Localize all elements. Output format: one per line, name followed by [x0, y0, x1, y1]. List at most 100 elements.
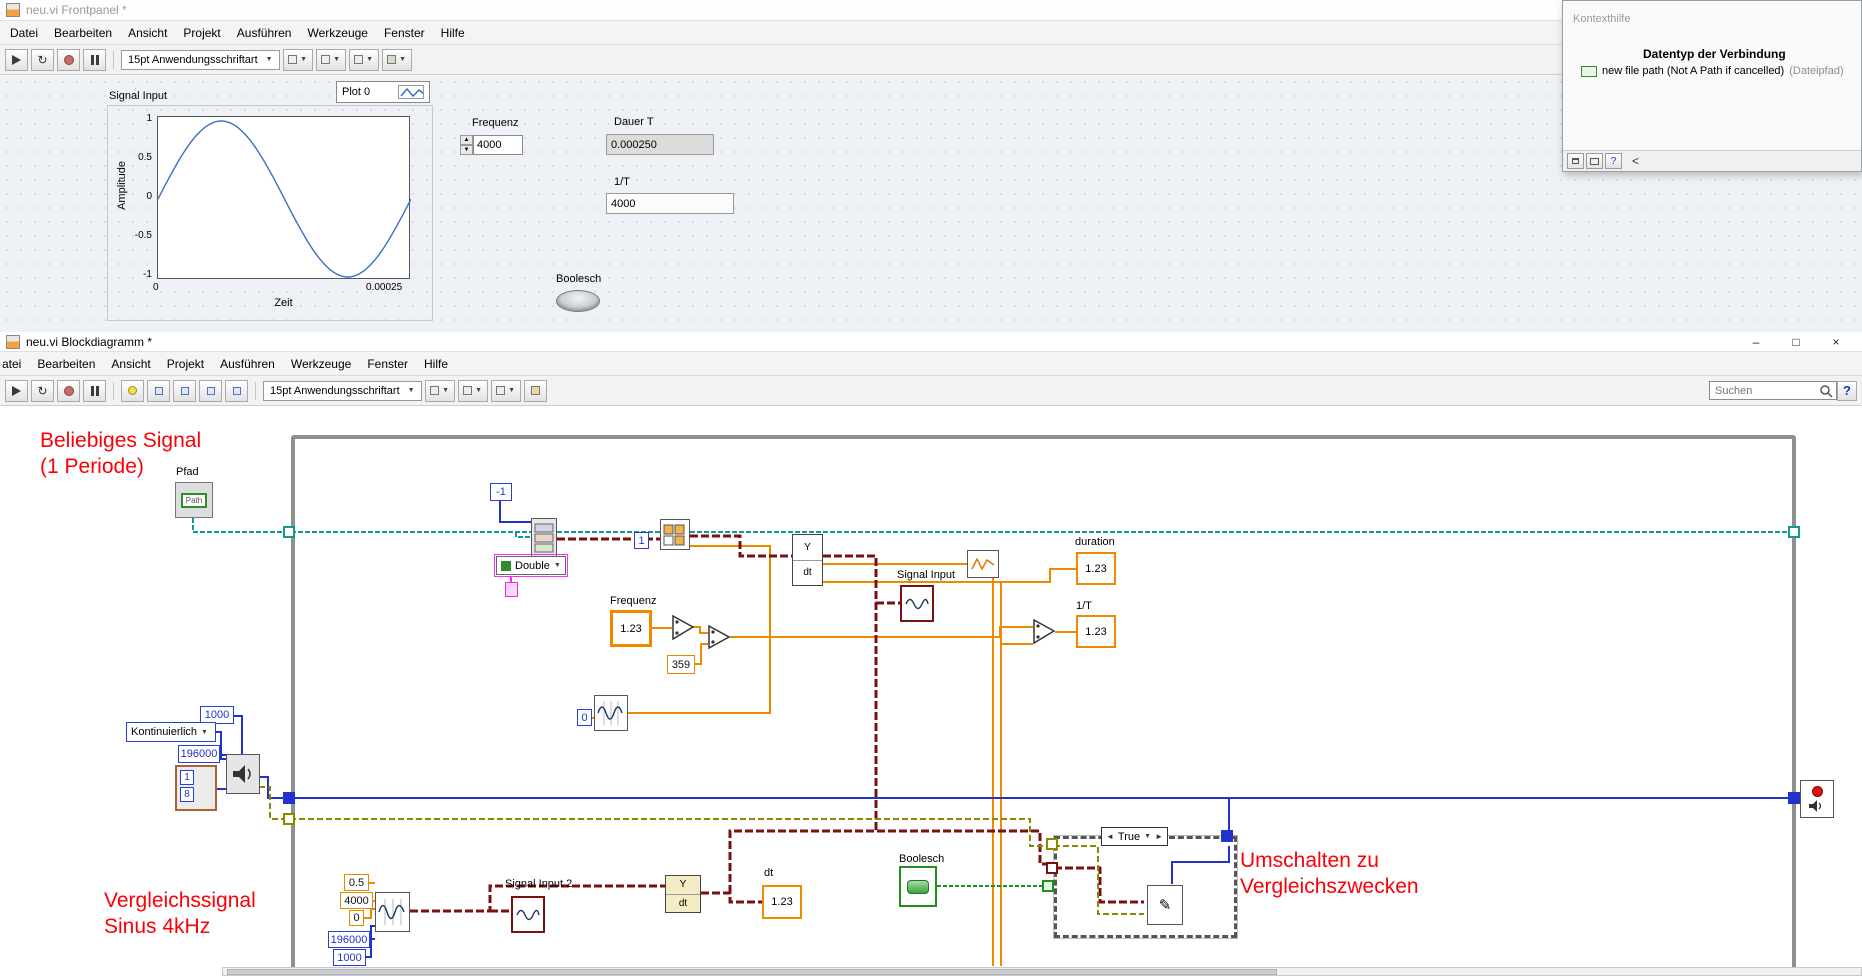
menu-bearbeiten[interactable]: Bearbeiten	[29, 354, 103, 374]
sine-waveform-node[interactable]	[375, 892, 410, 932]
constant-1000-2[interactable]: 1000	[333, 949, 366, 966]
constant-one[interactable]: 1	[634, 532, 649, 549]
case-structure[interactable]: ◄ True ▼ ► ✎	[1053, 827, 1238, 939]
step-over-button[interactable]	[199, 379, 222, 402]
reciprocal-node[interactable]	[1033, 619, 1055, 644]
menu-werkzeuge[interactable]: Werkzeuge	[299, 23, 375, 43]
waveform-chart-node[interactable]	[967, 550, 999, 578]
menu-hilfe[interactable]: Hilfe	[433, 23, 473, 43]
frequenz-input[interactable]	[473, 135, 523, 155]
pause-button[interactable]	[83, 48, 106, 71]
align-objects-dropdown[interactable]: ▼	[282, 48, 313, 71]
loop-tunnel[interactable]	[1788, 792, 1800, 804]
representation-ring[interactable]: Double ▼	[496, 556, 566, 575]
invt-label[interactable]: 1/T	[614, 176, 630, 188]
frequenz-label[interactable]: Frequenz	[610, 595, 656, 607]
menu-werkzeuge[interactable]: Werkzeuge	[283, 354, 359, 374]
scroll-back-arrow[interactable]: <	[1632, 154, 1639, 168]
cleanup-diagram-button[interactable]	[523, 379, 547, 402]
menu-fenster[interactable]: Fenster	[359, 354, 416, 374]
boolesch-label[interactable]: Boolesch	[899, 853, 944, 865]
sound-output-clear-node[interactable]	[1800, 780, 1834, 818]
case-tunnel[interactable]	[1046, 838, 1058, 850]
font-selector[interactable]: 15pt Anwendungsschriftart ▼	[263, 380, 422, 401]
constant-0-5[interactable]: 0.5	[344, 874, 369, 891]
menu-datei[interactable]: Datei	[2, 23, 46, 43]
dt-indicator[interactable]: 1.23	[762, 885, 802, 919]
pfad-control-terminal[interactable]: Path	[175, 482, 213, 518]
case-selector-terminal[interactable]	[1042, 880, 1054, 892]
resize-objects-dropdown[interactable]: ▼	[490, 379, 521, 402]
boolesch-button[interactable]	[556, 290, 600, 312]
signal-input2-terminal[interactable]	[511, 896, 545, 933]
search-input[interactable]	[1709, 381, 1837, 400]
while-loop[interactable]	[291, 435, 1796, 976]
frequenz-label[interactable]: Frequenz	[472, 117, 518, 129]
menu-ansicht[interactable]: Ansicht	[120, 23, 175, 43]
annotation-umschalten[interactable]: Umschalten zu Vergleichszwecken	[1240, 848, 1419, 901]
increment-button[interactable]: ▲	[460, 135, 473, 145]
constant-zero[interactable]: 0	[577, 709, 592, 726]
loop-tunnel[interactable]	[1788, 526, 1800, 538]
constant-196000-2[interactable]: 196000	[328, 931, 370, 948]
array-subset-node[interactable]	[660, 519, 690, 550]
write-sound-file-node[interactable]: ✎	[1147, 885, 1183, 925]
horizontal-scrollbar[interactable]	[222, 967, 1862, 976]
dt-label[interactable]: dt	[764, 867, 773, 879]
distribute-objects-dropdown[interactable]: ▼	[315, 48, 346, 71]
reorder-dropdown[interactable]: ▼	[381, 48, 412, 71]
dauer-indicator[interactable]: 0.000250	[606, 134, 714, 155]
invt-indicator[interactable]: 4000	[606, 193, 734, 214]
constant-minus1[interactable]: -1	[490, 483, 512, 501]
help-button[interactable]: ?	[1605, 153, 1622, 169]
run-button[interactable]	[5, 48, 28, 71]
boolesch-label[interactable]: Boolesch	[556, 273, 601, 285]
close-button[interactable]: ×	[1816, 332, 1856, 352]
font-selector[interactable]: 15pt Anwendungsschriftart ▼	[121, 49, 280, 70]
frequenz-control-terminal[interactable]: 1.23	[610, 610, 652, 647]
signal-input-terminal[interactable]	[900, 585, 934, 622]
step-into-button[interactable]	[173, 379, 196, 402]
cluster-constant-1[interactable]: 1	[180, 770, 194, 785]
build-waveform-node[interactable]	[531, 518, 557, 558]
resize-objects-dropdown[interactable]: ▼	[348, 48, 379, 71]
minimize-button[interactable]: –	[1736, 332, 1776, 352]
dauer-label[interactable]: Dauer T	[614, 116, 654, 128]
invt-label[interactable]: 1/T	[1076, 600, 1092, 612]
abort-button[interactable]	[57, 379, 80, 402]
case-tunnel[interactable]	[1221, 830, 1233, 842]
constant-4000[interactable]: 4000	[340, 892, 373, 909]
case-tunnel[interactable]	[1046, 862, 1058, 874]
menu-datei-clipped[interactable]: atei	[1, 354, 29, 374]
boolesch-terminal[interactable]	[899, 866, 937, 907]
align-objects-dropdown[interactable]: ▼	[424, 379, 455, 402]
graph-label[interactable]: Signal Input	[109, 90, 167, 102]
sound-output-configure-node[interactable]	[226, 754, 260, 794]
menu-bearbeiten[interactable]: Bearbeiten	[46, 23, 120, 43]
run-button[interactable]	[5, 379, 28, 402]
duration-label[interactable]: duration	[1075, 536, 1115, 548]
retain-wire-values-button[interactable]	[147, 379, 170, 402]
cluster-constant-8[interactable]: 8	[180, 787, 194, 802]
constant-359[interactable]: 359	[667, 655, 695, 674]
loop-tunnel[interactable]	[283, 792, 295, 804]
menu-projekt[interactable]: Projekt	[175, 23, 228, 43]
menu-ausfuehren[interactable]: Ausführen	[212, 354, 283, 374]
signal-input-label[interactable]: Signal Input	[897, 569, 955, 581]
case-selector[interactable]: ◄ True ▼ ►	[1101, 827, 1168, 846]
previous-case-arrow[interactable]: ◄	[1106, 832, 1114, 841]
menu-fenster[interactable]: Fenster	[376, 23, 433, 43]
loop-tunnel[interactable]	[283, 526, 295, 538]
pause-button[interactable]	[83, 379, 106, 402]
divide-node[interactable]	[708, 625, 730, 649]
get-waveform-components-node[interactable]: Y dt	[792, 534, 823, 586]
run-continuous-button[interactable]: ↻	[31, 379, 54, 402]
blockdiagram-titlebar[interactable]: neu.vi Blockdiagramm * – □ ×	[0, 332, 1862, 352]
menu-ausfuehren[interactable]: Ausführen	[229, 23, 300, 43]
derivative-node[interactable]: Y dt	[665, 875, 701, 913]
duration-indicator[interactable]: 1.23	[1076, 552, 1116, 585]
lock-help-button[interactable]	[1567, 153, 1584, 169]
step-out-button[interactable]	[225, 379, 248, 402]
constant-196000[interactable]: 196000	[178, 745, 220, 763]
run-continuous-button[interactable]: ↻	[31, 48, 54, 71]
